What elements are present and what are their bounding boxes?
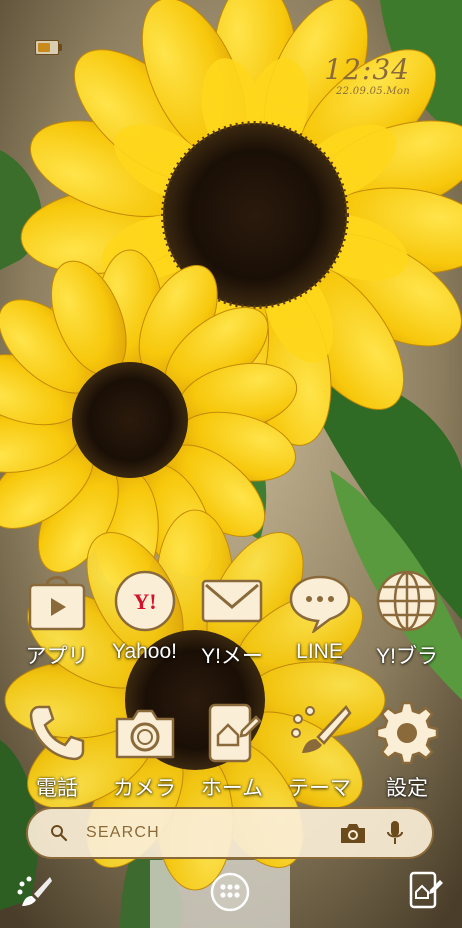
search-icon [51,825,68,842]
app-label: 電話 [36,777,78,800]
clock-time: 12:34 [324,53,410,86]
app-label: カメラ [113,777,176,800]
app-label: Y!ブラ [376,645,438,668]
brush-icon [287,700,353,766]
mic-icon[interactable] [386,820,404,846]
app-label: LINE [296,640,343,663]
mail-icon [199,568,265,634]
search-input[interactable]: SEARCH [86,824,340,842]
brush-icon[interactable] [16,874,52,910]
app-ymail[interactable]: Y!メー [189,568,275,670]
battery-icon [35,40,63,55]
play-bag-icon [24,568,90,634]
home-edit-icon[interactable] [408,870,444,910]
app-ybrowser[interactable]: Y!ブラ [364,568,450,670]
app-theme[interactable]: テーマ [277,700,363,802]
app-grid: アプリ Y! Yahoo! Y!メー LINE Y!ブラ 電話 カメラ ホーム … [0,568,462,802]
app-row: 電話 カメラ ホーム テーマ 設定 [0,700,462,802]
chat-bubble-icon [287,568,353,634]
app-home-settings[interactable]: ホーム [189,700,275,802]
yahoo-icon: Y! [112,568,178,634]
clock-widget[interactable]: 12:34 22.09.05.Mon [324,53,410,98]
app-apps[interactable]: アプリ [14,568,100,670]
phone-icon [24,700,90,766]
gear-icon [374,700,440,766]
app-label: Yahoo! [112,640,177,663]
globe-icon [374,568,440,634]
app-label: Y!メー [201,645,263,668]
app-line[interactable]: LINE [277,568,363,670]
app-label: 設定 [386,777,428,800]
yahoo-badge: Y! [133,589,156,614]
clock-date: 22.09.05.Mon [335,86,410,97]
app-label: テーマ [288,777,351,800]
camera-icon [112,700,178,766]
app-phone[interactable]: 電話 [14,700,100,802]
app-settings[interactable]: 設定 [364,700,450,802]
app-label: アプリ [25,645,89,668]
camera-icon[interactable] [340,822,366,844]
home-edit-icon [199,700,265,766]
app-row: アプリ Y! Yahoo! Y!メー LINE Y!ブラ [0,568,462,670]
app-drawer-icon[interactable] [210,872,250,912]
search-bar[interactable]: SEARCH [26,807,434,859]
app-yahoo[interactable]: Y! Yahoo! [102,568,188,670]
app-label: ホーム [200,777,264,800]
app-camera[interactable]: カメラ [102,700,188,802]
